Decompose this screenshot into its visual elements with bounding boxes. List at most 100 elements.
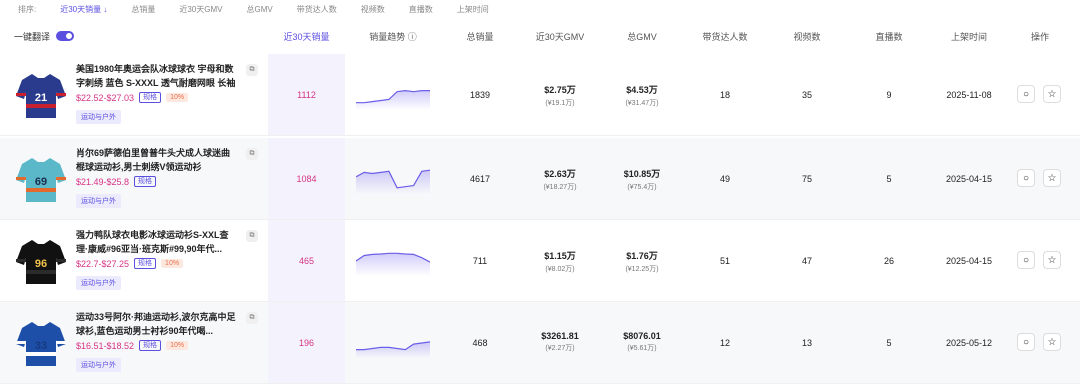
- gmv30-value: $2.75万: [544, 85, 576, 95]
- sort-sales30[interactable]: 近30天销量 ↓: [60, 4, 107, 15]
- gmv30-cell: $3261.81 (¥2.27万): [520, 331, 600, 353]
- header-trend: 销量趋势 ⓘ: [369, 31, 417, 42]
- header-videos[interactable]: 视频数: [767, 30, 847, 43]
- gmv-sub: (¥31.47万): [625, 100, 659, 107]
- sparkline-area: [356, 341, 430, 358]
- total-sales-value: 1839: [469, 90, 491, 100]
- videos-value: 47: [801, 256, 812, 266]
- sort-gmv[interactable]: 总GMV: [246, 4, 272, 15]
- header-gmv[interactable]: 总GMV: [602, 30, 682, 43]
- sales30-value: 465: [298, 256, 315, 266]
- sort-gmv30[interactable]: 近30天GMV: [179, 4, 222, 15]
- sort-bar: 排序: 近30天销量 ↓ 总销量 近30天GMV 总GMV 带货达人数 视频数 …: [0, 0, 1080, 18]
- category-tag[interactable]: 运动与户外: [76, 276, 121, 290]
- analyze-icon[interactable]: ○: [1017, 169, 1035, 187]
- header-actions: 操作: [1030, 31, 1049, 42]
- analyze-icon[interactable]: ○: [1017, 251, 1035, 269]
- gmv30-sub: (¥19.1万): [545, 100, 575, 107]
- sales30-value: 1112: [297, 90, 316, 100]
- table-row[interactable]: 69 肖尔69萨德伯里曾普牛头犬成人球迷曲棍球运动衫,男士刺绣V领运动衫 ⧉ $…: [0, 138, 1080, 220]
- lives-value: 26: [883, 256, 894, 266]
- copy-icon[interactable]: ⧉: [246, 148, 258, 160]
- sales-trend-sparkline: [356, 252, 430, 276]
- sparkline-area: [356, 90, 430, 110]
- analyze-icon[interactable]: ○: [1017, 333, 1035, 351]
- category-tag[interactable]: 运动与户外: [76, 358, 121, 372]
- spec-button[interactable]: 规格: [139, 340, 162, 351]
- gmv30-value: $2.63万: [544, 169, 576, 179]
- gmv30-cell: $2.75万 (¥19.1万): [520, 83, 600, 108]
- svg-text:21: 21: [35, 92, 47, 104]
- gmv-value: $10.85万: [623, 169, 661, 179]
- gmv30-sub: (¥18.27万): [543, 184, 577, 191]
- spec-button[interactable]: 规格: [134, 258, 157, 269]
- gmv-cell: $1.76万 (¥12.25万): [602, 249, 682, 274]
- header-sales30[interactable]: 近30天销量: [268, 30, 345, 43]
- sort-videos[interactable]: 视频数: [361, 4, 385, 15]
- sales30-value: 1084: [296, 174, 317, 184]
- header-gmv30[interactable]: 近30天GMV: [520, 30, 600, 43]
- copy-icon[interactable]: ⧉: [246, 230, 258, 242]
- total-sales-value: 4617: [469, 174, 491, 184]
- favorite-star-icon[interactable]: ☆: [1043, 85, 1061, 103]
- date-value: 2025-04-15: [945, 256, 993, 266]
- product-title[interactable]: 强力鸭队球衣电影冰球运动衫S-XXL查理·康威#96亚当·班克斯#99,90年代…: [76, 228, 236, 256]
- product-price: $22.7-$27.25: [76, 258, 130, 269]
- product-title[interactable]: 肖尔69萨德伯里曾普牛头犬成人球迷曲棍球运动衫,男士刺绣V领运动衫: [76, 146, 236, 174]
- gmv30-cell: $1.15万 (¥8.02万): [520, 249, 600, 274]
- videos-value: 75: [801, 174, 812, 184]
- gmv-value: $4.53万: [626, 85, 658, 95]
- table-row[interactable]: 33 运动33号阿尔·邦迪运动衫,波尔克高中足球衫,蓝色运动男士衬衫90年代喝.…: [0, 302, 1080, 384]
- favorite-star-icon[interactable]: ☆: [1043, 169, 1061, 187]
- spec-button[interactable]: 规格: [139, 92, 162, 103]
- header-total-sales[interactable]: 总销量: [440, 30, 520, 43]
- translate-toggle-group[interactable]: 一键翻译: [14, 30, 75, 43]
- gmv-cell: $8076.01 (¥5.61万): [602, 331, 682, 353]
- spec-button[interactable]: 规格: [134, 176, 157, 187]
- translate-toggle[interactable]: [56, 31, 75, 41]
- header-lives[interactable]: 直播数: [849, 30, 929, 43]
- table-row[interactable]: 21 美国1980年奥运会队冰球球衣 宇母和数字刺绣 蓝色 S-XXXL 透气耐…: [0, 54, 1080, 136]
- gmv-cell: $4.53万 (¥31.47万): [602, 83, 682, 108]
- price-line: $21.49-$25.8 规格: [76, 176, 157, 187]
- copy-icon[interactable]: ⧉: [246, 312, 258, 324]
- total-sales-value: 711: [472, 256, 488, 266]
- product-image[interactable]: 33: [12, 314, 70, 372]
- videos-value: 13: [801, 338, 812, 348]
- product-image[interactable]: 21: [12, 66, 70, 124]
- gmv30-cell: $2.63万 (¥18.27万): [520, 167, 600, 192]
- category-tag[interactable]: 运动与户外: [76, 194, 121, 208]
- sales-trend-sparkline: [356, 89, 430, 110]
- lives-value: 5: [886, 338, 892, 348]
- product-title[interactable]: 美国1980年奥运会队冰球球衣 宇母和数字刺绣 蓝色 S-XXXL 透气耐磨网眼…: [76, 62, 236, 90]
- creators-value: 49: [719, 174, 730, 184]
- analyze-icon[interactable]: ○: [1017, 85, 1035, 103]
- price-line: $16.51-$18.52 规格 10%: [76, 340, 189, 351]
- sort-creators[interactable]: 带货达人数: [297, 4, 337, 15]
- category-tag[interactable]: 运动与户外: [76, 110, 121, 124]
- gmv30-value: $1.15万: [544, 251, 576, 261]
- product-price: $16.51-$18.52: [76, 340, 135, 351]
- gmv-value: $8076.01: [623, 331, 661, 341]
- sort-date[interactable]: 上架时间: [457, 4, 489, 15]
- copy-icon[interactable]: ⧉: [246, 64, 258, 76]
- sales-trend-sparkline: [356, 341, 430, 358]
- header-creators[interactable]: 带货达人数: [685, 30, 765, 43]
- gmv30-sub: (¥8.02万): [545, 266, 575, 273]
- sparkline-area: [356, 170, 430, 194]
- gmv30-value: $3261.81: [541, 331, 579, 341]
- product-title[interactable]: 运动33号阿尔·邦迪运动衫,波尔克高中足球衫,蓝色运动男士衬衫90年代喝...: [76, 310, 236, 338]
- table-row[interactable]: 96 强力鸭队球衣电影冰球运动衫S-XXL查理·康威#96亚当·班克斯#99,9…: [0, 220, 1080, 302]
- commission-badge: 10%: [166, 341, 189, 350]
- product-image[interactable]: 69: [12, 150, 70, 208]
- favorite-star-icon[interactable]: ☆: [1043, 251, 1061, 269]
- sort-total-sales[interactable]: 总销量: [131, 4, 155, 15]
- sort-lives[interactable]: 直播数: [409, 4, 433, 15]
- videos-value: 35: [801, 90, 812, 100]
- date-value: 2025-11-08: [946, 90, 992, 100]
- header-date[interactable]: 上架时间: [929, 30, 1009, 43]
- product-image[interactable]: 96: [12, 232, 70, 290]
- sales30-value: 196: [298, 338, 315, 348]
- favorite-star-icon[interactable]: ☆: [1043, 333, 1061, 351]
- creators-value: 12: [719, 338, 730, 348]
